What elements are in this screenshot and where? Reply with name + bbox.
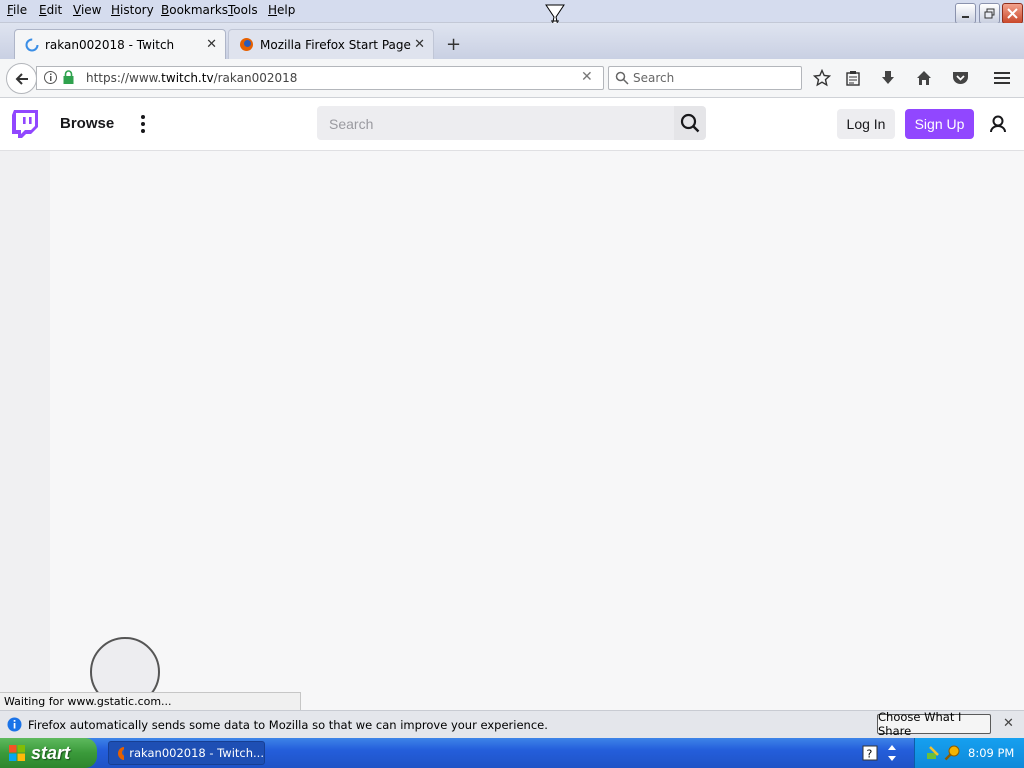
language-arrows-icon[interactable] xyxy=(886,744,898,762)
open-menu-button[interactable] xyxy=(992,68,1012,88)
clock: 8:09 PM xyxy=(968,746,1015,760)
url-prefix: https://www. xyxy=(86,71,162,85)
search-icon xyxy=(680,113,700,133)
info-icon[interactable] xyxy=(43,70,58,85)
navigation-bar: https://www.twitch.tv/rakan002018 ✕ Sear… xyxy=(0,59,1024,98)
url-text[interactable]: https://www.twitch.tv/rakan002018 xyxy=(86,71,297,85)
reading-list-button[interactable] xyxy=(843,68,863,88)
star-icon xyxy=(813,69,831,87)
menu-history[interactable]: History xyxy=(111,3,154,17)
menu-edit[interactable]: Edit xyxy=(39,3,62,17)
info-icon xyxy=(7,717,22,732)
windows-logo-icon xyxy=(9,745,25,761)
sign-up-button[interactable]: Sign Up xyxy=(905,109,974,139)
twitch-search-button[interactable] xyxy=(674,106,706,140)
restore-icon xyxy=(984,8,995,19)
close-window-button[interactable] xyxy=(1002,3,1023,24)
tab-close-icon[interactable]: ✕ xyxy=(414,37,425,52)
start-label: start xyxy=(31,742,71,763)
twitch-search-placeholder: Search xyxy=(329,116,374,132)
menu-tools[interactable]: Tools xyxy=(228,3,258,17)
menu-bar: File Edit View History Bookmarks Tools H… xyxy=(0,0,1024,27)
main-content-area xyxy=(50,151,1024,711)
taskbar-item-label: rakan002018 - Twitch... xyxy=(129,746,264,760)
start-button[interactable]: start xyxy=(0,738,97,768)
more-options-icon[interactable] xyxy=(140,114,146,134)
pocket-button[interactable] xyxy=(950,68,970,88)
notification-text: Firefox automatically sends some data to… xyxy=(28,718,548,732)
search-placeholder: Search xyxy=(633,71,675,85)
side-nav-rail xyxy=(0,151,50,711)
browse-link[interactable]: Browse xyxy=(60,115,114,132)
menu-file[interactable]: File xyxy=(7,3,27,17)
tab-label: Mozilla Firefox Start Page xyxy=(260,37,411,52)
search-tray-icon[interactable] xyxy=(944,744,961,761)
menu-help[interactable]: Help xyxy=(268,3,295,17)
status-panel: Waiting for www.gstatic.com... xyxy=(0,692,301,712)
downloads-button[interactable] xyxy=(878,68,898,88)
close-notification-icon[interactable]: ✕ xyxy=(1003,716,1014,731)
tab-twitch[interactable]: rakan002018 - Twitch ✕ xyxy=(14,29,226,59)
firefox-icon xyxy=(240,38,253,51)
new-tab-icon[interactable]: + xyxy=(446,34,461,55)
tab-firefox-start[interactable]: Mozilla Firefox Start Page ✕ xyxy=(228,29,434,59)
restore-button[interactable] xyxy=(979,3,1000,24)
svg-text:?: ? xyxy=(867,748,873,761)
home-button[interactable] xyxy=(914,68,934,88)
lock-icon[interactable] xyxy=(62,70,75,85)
tab-label: rakan002018 - Twitch xyxy=(45,37,175,52)
windows-taskbar: start rakan002018 - Twitch... ? 8:09 PM xyxy=(0,738,1024,768)
status-text: Waiting for www.gstatic.com... xyxy=(4,695,172,708)
tab-close-icon[interactable]: ✕ xyxy=(206,37,217,52)
url-bar[interactable]: https://www.twitch.tv/rakan002018 ✕ xyxy=(36,66,604,90)
home-icon xyxy=(917,71,931,85)
tab-strip: rakan002018 - Twitch ✕ Mozilla Firefox S… xyxy=(0,23,1024,59)
twitch-top-nav: Browse Search Log In Sign Up xyxy=(0,98,1024,151)
menu-bookmarks[interactable]: Bookmarks xyxy=(161,3,228,17)
back-button[interactable] xyxy=(6,63,37,94)
loading-spinner-icon xyxy=(25,38,39,51)
twitch-logo-icon[interactable] xyxy=(12,110,38,138)
choose-what-i-share-button[interactable]: Choose What I Share xyxy=(877,710,991,738)
browser-search-input[interactable]: Search xyxy=(608,66,802,90)
url-domain: twitch.tv xyxy=(161,71,214,85)
menu-view[interactable]: View xyxy=(73,3,101,17)
minimize-icon xyxy=(961,15,969,18)
firefox-icon xyxy=(118,746,125,760)
close-icon xyxy=(1007,8,1018,19)
help-icon[interactable]: ? xyxy=(862,745,878,761)
download-icon xyxy=(882,71,894,84)
data-notification-bar: Firefox automatically sends some data to… xyxy=(0,710,1024,739)
system-tray: 8:09 PM xyxy=(914,738,1024,768)
minimize-button[interactable] xyxy=(955,3,976,24)
user-icon[interactable] xyxy=(989,115,1007,133)
url-path: /rakan002018 xyxy=(213,71,298,85)
log-in-button[interactable]: Log In xyxy=(837,109,895,139)
back-arrow-icon xyxy=(15,72,28,85)
taskbar-item-firefox[interactable]: rakan002018 - Twitch... xyxy=(108,741,265,765)
bookmark-star-button[interactable] xyxy=(812,68,832,88)
search-icon xyxy=(615,71,629,85)
hamburger-menu-icon xyxy=(994,72,1010,84)
pocket-icon xyxy=(952,72,968,84)
stop-icon[interactable]: ✕ xyxy=(581,69,593,85)
twitch-search-input[interactable]: Search xyxy=(317,106,674,140)
network-icon[interactable] xyxy=(925,745,941,761)
clipboard-icon xyxy=(846,71,860,86)
